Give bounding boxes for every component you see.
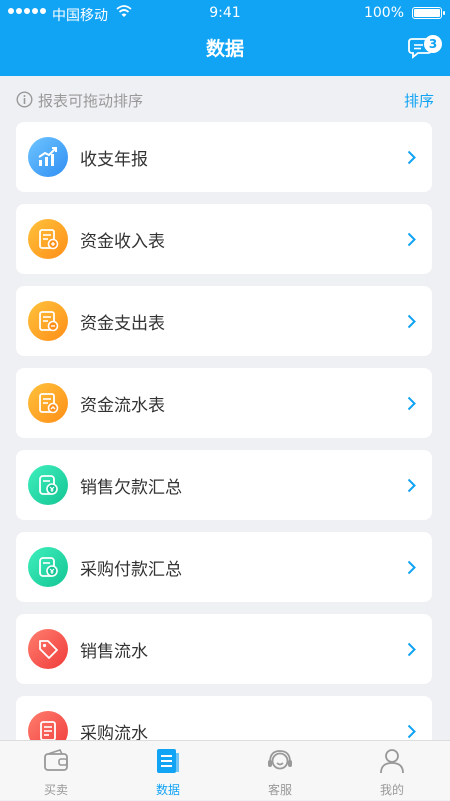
- chevron-right-icon: [407, 150, 416, 165]
- person-icon: [380, 749, 404, 774]
- bottom-tab-bar: 买卖 数据 客服 我的: [0, 740, 450, 800]
- chevron-right-icon: [407, 642, 416, 657]
- report-item-purchase-payment[interactable]: 采购付款汇总: [16, 532, 432, 602]
- tab-service[interactable]: 客服: [224, 741, 336, 801]
- sort-tip-row: 报表可拖动排序 排序: [16, 88, 434, 112]
- data-doc-icon: [157, 749, 179, 773]
- chevron-right-icon: [407, 396, 416, 411]
- purchase-payment-icon: [28, 547, 68, 587]
- battery-percent: 100%: [363, 5, 404, 21]
- report-item-label: 销售欠款汇总: [80, 478, 182, 498]
- tab-label: 买卖: [43, 783, 68, 797]
- chart-trend-icon: [28, 137, 68, 177]
- top-nav-bar: 中国移动 9:41 100% 数据 3: [0, 0, 450, 76]
- chevron-right-icon: [407, 232, 416, 247]
- report-item-sales-debt[interactable]: 销售欠款汇总: [16, 450, 432, 520]
- chevron-right-icon: [407, 560, 416, 575]
- chevron-right-icon: [407, 724, 416, 739]
- report-item-label: 销售流水: [80, 642, 148, 662]
- tag-icon: [28, 629, 68, 669]
- report-item-label: 资金收入表: [80, 232, 165, 252]
- report-item-cashflow-sheet[interactable]: 资金流水表: [16, 368, 432, 438]
- tab-label: 我的: [379, 783, 404, 797]
- sort-tip-text: 报表可拖动排序: [38, 92, 144, 110]
- tab-label: 客服: [267, 783, 292, 797]
- report-item-expense-sheet[interactable]: 资金支出表: [16, 286, 432, 356]
- chevron-right-icon: [407, 314, 416, 329]
- expense-sheet-icon: [28, 301, 68, 341]
- income-sheet-icon: [28, 219, 68, 259]
- wallet-icon: [44, 749, 68, 771]
- page-title: 数据: [205, 38, 244, 60]
- sales-debt-icon: [28, 465, 68, 505]
- report-item-label: 收支年报: [80, 150, 148, 170]
- report-item-annual-summary[interactable]: 收支年报: [16, 122, 432, 192]
- report-item-label: 资金流水表: [80, 396, 165, 416]
- headset-icon: [268, 750, 292, 770]
- battery-icon: [412, 7, 445, 19]
- tab-data[interactable]: 数据: [112, 741, 224, 801]
- report-item-label: 采购付款汇总: [80, 560, 182, 580]
- report-item-income-sheet[interactable]: 资金收入表: [16, 204, 432, 274]
- message-count-badge: 3: [424, 35, 442, 53]
- tab-trade[interactable]: 买卖: [0, 741, 112, 801]
- sort-button[interactable]: 排序: [404, 90, 434, 111]
- tab-label: 数据: [155, 783, 180, 797]
- status-bar: 中国移动 9:41 100%: [0, 0, 450, 28]
- report-item-sales-flow[interactable]: 销售流水: [16, 614, 432, 684]
- tab-mine[interactable]: 我的: [336, 741, 448, 801]
- info-icon: [16, 91, 33, 108]
- chevron-right-icon: [407, 478, 416, 493]
- cashflow-sheet-icon: [28, 383, 68, 423]
- report-item-label: 资金支出表: [80, 314, 165, 334]
